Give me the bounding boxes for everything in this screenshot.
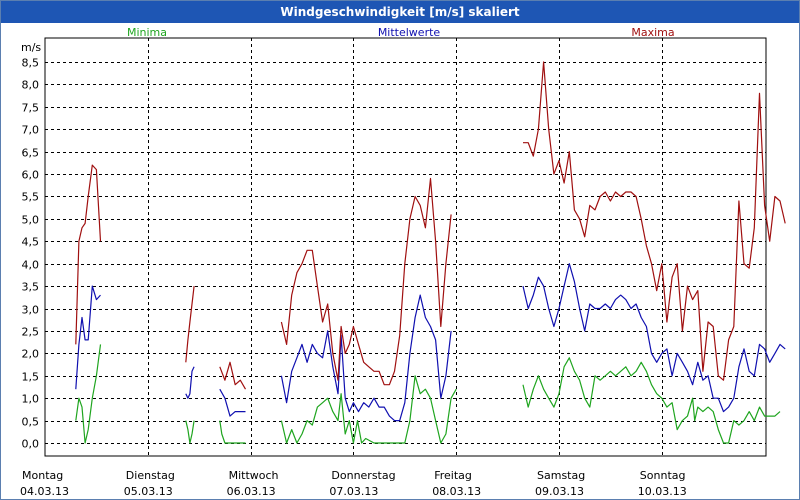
- y-tick-label: 2,0: [22, 348, 40, 361]
- legend-entry: Mittelwerte: [378, 26, 441, 39]
- chart-window: 0,0 0,5 1,0 1,5 2,0 2,5 3,0 3,5 4,0 4,5 5,0 5,5 6,0 6…: [0, 0, 800, 500]
- x-day-label: Mittwoch: [229, 469, 279, 482]
- legend-entry: Minima: [127, 26, 167, 39]
- y-tick-label: 0,5: [22, 416, 40, 429]
- y-tick-label: 8,5: [22, 57, 40, 70]
- y-tick-label: 4,5: [22, 236, 40, 249]
- y-tick-label: 2,5: [22, 326, 40, 339]
- x-date-label: 07.03.13: [329, 485, 378, 498]
- x-date-label: 04.03.13: [20, 485, 69, 498]
- x-day-label: Freitag: [434, 469, 472, 482]
- x-date-label: 08.03.13: [432, 485, 481, 498]
- y-tick-label: 7,5: [22, 102, 40, 115]
- y-tick-label: 5,5: [22, 191, 40, 204]
- y-tick-label: 1,0: [22, 393, 40, 406]
- x-day-label: Sonntag: [640, 469, 686, 482]
- chart-svg: 0,0 0,5 1,0 1,5 2,0 2,5 3,0 3,5 4,0 4,5 5,0 5,5 6,0 6…: [20, 26, 786, 498]
- window-title: Windgeschwindigkeit [m/s] skaliert: [1, 1, 799, 23]
- x-day-label: Dienstag: [126, 469, 175, 482]
- y-axis-label: m/s: [21, 41, 41, 54]
- x-day-label: Samstag: [537, 469, 585, 482]
- legend-entry: Maxima: [631, 26, 674, 39]
- y-tick-label: 6,5: [22, 147, 40, 160]
- y-tick-label: 0,0: [22, 438, 40, 451]
- y-tick-label: 6,0: [22, 169, 40, 182]
- x-day-label: Donnerstag: [331, 469, 395, 482]
- x-date-label: 06.03.13: [227, 485, 276, 498]
- x-date-label: 09.03.13: [535, 485, 584, 498]
- x-date-label: 05.03.13: [124, 485, 173, 498]
- y-tick-label: 1,5: [22, 371, 40, 384]
- y-tick-label: 5,0: [22, 214, 40, 227]
- x-date-label: 10.03.13: [638, 485, 687, 498]
- y-tick-label: 8,0: [22, 79, 40, 92]
- x-day-label: Montag: [22, 469, 63, 482]
- y-tick-label: 3,0: [22, 304, 40, 317]
- y-tick-label: 4,0: [22, 259, 40, 272]
- y-tick-label: 3,5: [22, 281, 40, 294]
- y-tick-label: 7,0: [22, 124, 40, 137]
